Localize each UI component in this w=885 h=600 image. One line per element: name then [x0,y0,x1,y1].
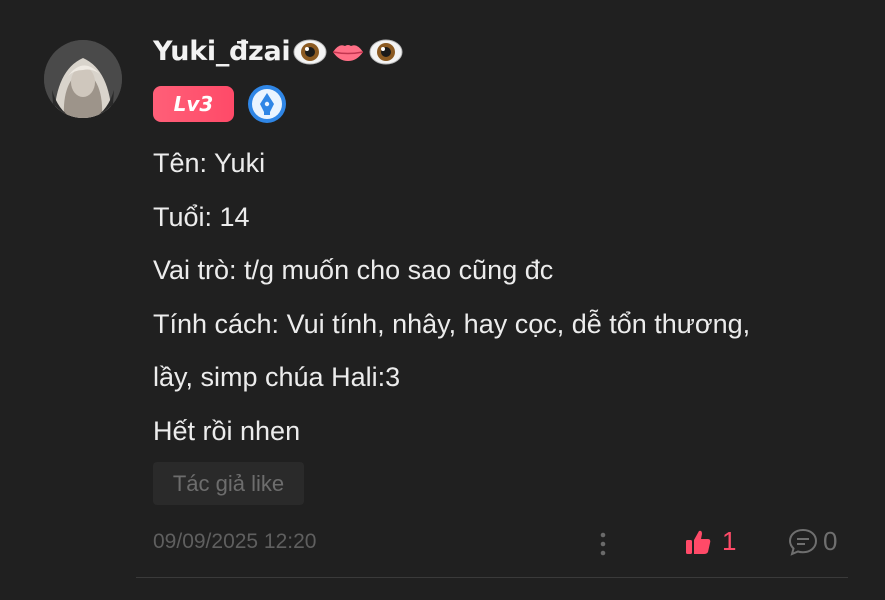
author-like-tag: Tác giả like [153,462,304,505]
username[interactable]: Yuki_đzai [153,36,291,67]
like-count: 1 [722,526,737,556]
username-row[interactable]: Yuki_đzai [153,36,404,67]
content-line: Tính cách: Vui tính, nhây, hay cọc, dễ t… [153,308,751,339]
more-options-icon[interactable] [598,530,608,558]
divider [136,577,848,578]
like-button[interactable]: 1 [684,526,736,557]
level-badge[interactable]: Lv3 [153,86,234,122]
content-line: Tên: Yuki [153,148,266,178]
reply-button[interactable]: 0 [787,526,837,557]
avatar[interactable] [44,40,122,118]
content-line: Vai trò: t/g muốn cho sao cũng đc [153,255,554,286]
thumbs-up-icon [686,530,711,554]
badges-row: Lv3 [153,84,287,124]
reply-count: 0 [823,526,838,556]
eye-emoji-icon [293,39,327,64]
chat-bubble-icon [788,528,818,556]
content-line: lầy, simp chúa Hali:3 [153,362,401,393]
lips-emoji-icon [333,44,364,61]
content-line: Tuổi: 14 [153,201,250,232]
timestamp: 09/09/2025 12:20 [153,530,317,553]
content-line: Hết rồi nhen [153,415,301,446]
comment-footer: 09/09/2025 12:20 1 0 [153,524,853,564]
comment-card: Yuki_đzai Lv3 Tên: Yuki Tuổi: 14 Vai trò… [0,0,885,600]
comment-content: Tên: Yuki Tuổi: 14 Vai trò: t/g muốn cho… [153,137,853,459]
eye-emoji-icon [369,39,403,64]
writer-pen-badge-icon[interactable] [247,84,287,124]
